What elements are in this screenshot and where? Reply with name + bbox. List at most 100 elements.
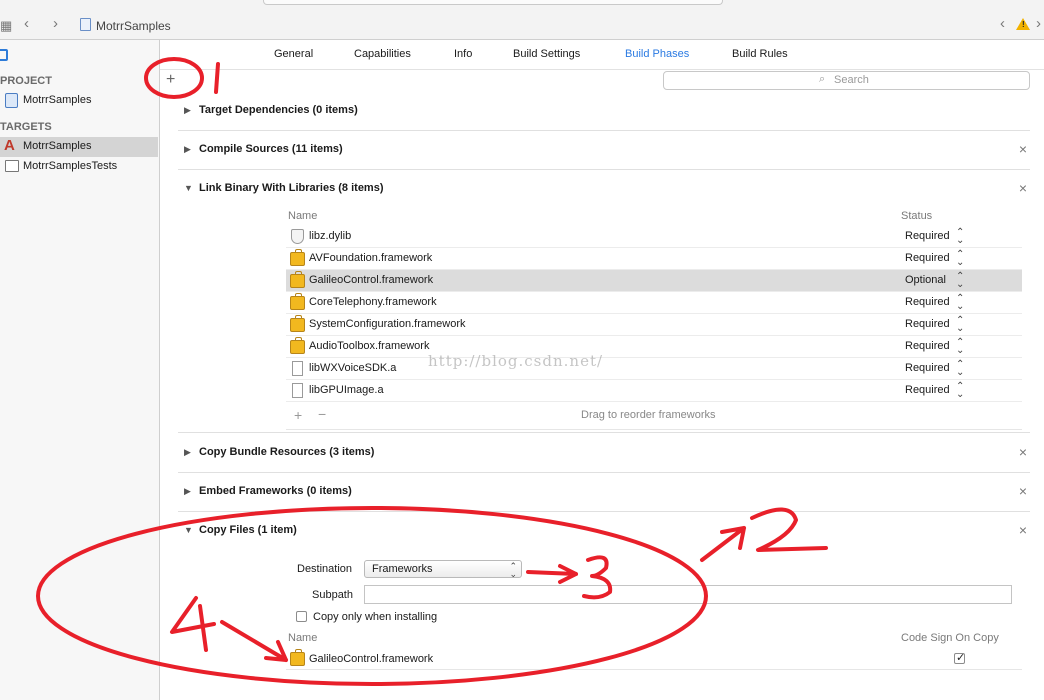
- file-icon: [292, 383, 303, 398]
- tab-build-phases[interactable]: Build Phases: [625, 48, 689, 60]
- disclosure-expanded-icon[interactable]: ▼: [184, 183, 193, 193]
- library-row[interactable]: libWXVoiceSDK.a Required ⌃ ⌄: [286, 358, 1022, 380]
- library-name: GalileoControl.framework: [309, 274, 434, 286]
- tab-info[interactable]: Info: [454, 48, 472, 60]
- framework-icon: [290, 271, 305, 288]
- destination-select[interactable]: Frameworks ⌃ ⌄: [364, 560, 522, 579]
- library-footer: + − Drag to reorder frameworks: [286, 402, 1022, 430]
- status-stepper-icon[interactable]: ⌃ ⌄: [956, 382, 964, 400]
- back-icon[interactable]: ‹: [24, 16, 29, 31]
- editor-toggle-icon[interactable]: [0, 49, 8, 61]
- sidebar-item-project[interactable]: MotrrSamples: [0, 91, 158, 111]
- search-field[interactable]: ⌕ Search: [663, 71, 1030, 90]
- sidebar-item-target-app[interactable]: A MotrrSamples: [0, 137, 158, 157]
- phase-title: Target Dependencies (0 items): [199, 104, 358, 116]
- disclosure-collapsed-icon[interactable]: ▶: [184, 486, 191, 497]
- library-row[interactable]: AVFoundation.framework Required ⌃ ⌄: [286, 248, 1022, 270]
- dylib-icon: [291, 229, 304, 244]
- warning-mark: !: [1022, 20, 1025, 29]
- add-build-phase-button[interactable]: +: [166, 72, 175, 88]
- phase-embed-frameworks[interactable]: ▶ Embed Frameworks (0 items) ×: [178, 473, 1030, 512]
- library-name: libGPUImage.a: [309, 384, 384, 396]
- library-row[interactable]: libz.dylib Required ⌃ ⌄: [286, 226, 1022, 248]
- disclosure-collapsed-icon[interactable]: ▶: [184, 144, 191, 155]
- phase-copy-bundle-resources[interactable]: ▶ Copy Bundle Resources (3 items) ×: [178, 434, 1030, 473]
- disclosure-collapsed-icon[interactable]: ▶: [184, 105, 191, 116]
- tab-build-rules[interactable]: Build Rules: [732, 48, 788, 60]
- sidebar-item-label: MotrrSamples: [23, 94, 92, 106]
- library-status[interactable]: Required: [905, 252, 950, 264]
- disclosure-collapsed-icon[interactable]: ▶: [184, 447, 191, 458]
- library-row[interactable]: CoreTelephony.framework Required ⌃ ⌄: [286, 292, 1022, 314]
- copy-file-row[interactable]: GalileoControl.framework: [286, 648, 1022, 670]
- window-toolbar: ▦ ‹ › MotrrSamples ‹ ! ›: [0, 0, 1044, 40]
- framework-icon: [290, 315, 305, 332]
- status-stepper-icon[interactable]: ⌃ ⌄: [956, 294, 964, 312]
- library-status[interactable]: Required: [905, 384, 950, 396]
- project-icon: [5, 93, 18, 108]
- sidebar-item-label: MotrrSamplesTests: [23, 160, 118, 172]
- breadcrumb[interactable]: MotrrSamples: [96, 19, 171, 33]
- remove-library-button[interactable]: −: [318, 406, 326, 422]
- library-status[interactable]: Required: [905, 296, 950, 308]
- grid-icon[interactable]: ▦: [0, 19, 12, 32]
- library-row[interactable]: AudioToolbox.framework Required ⌃ ⌄: [286, 336, 1022, 358]
- status-stepper-icon[interactable]: ⌃ ⌄: [956, 338, 964, 356]
- framework-icon: [290, 649, 305, 666]
- phase-title: Compile Sources (11 items): [199, 143, 343, 155]
- file-icon: [292, 361, 303, 376]
- close-icon[interactable]: ×: [1019, 141, 1027, 157]
- phase-copy-files[interactable]: ▼ Copy Files (1 item) ×: [178, 512, 1030, 700]
- project-navigator: PROJECT MotrrSamples TARGETS A MotrrSamp…: [0, 40, 160, 700]
- subpath-label: Subpath: [312, 589, 353, 601]
- activity-strip: [263, 0, 723, 5]
- column-header-name[interactable]: Name: [288, 632, 317, 644]
- tab-capabilities[interactable]: Capabilities: [354, 48, 411, 60]
- watermark: http://blog.csdn.net/: [428, 352, 604, 370]
- disclosure-expanded-icon[interactable]: ▼: [184, 525, 193, 535]
- subpath-field[interactable]: [364, 585, 1012, 604]
- status-stepper-icon[interactable]: ⌃ ⌄: [956, 360, 964, 378]
- library-status[interactable]: Required: [905, 230, 950, 242]
- issue-back-icon[interactable]: ‹: [1000, 16, 1005, 31]
- library-status[interactable]: Required: [905, 362, 950, 374]
- library-row[interactable]: GalileoControl.framework Optional ⌃ ⌄: [286, 270, 1022, 292]
- tab-general[interactable]: General: [274, 48, 313, 60]
- sidebar-item-label: MotrrSamples: [23, 140, 92, 152]
- phase-compile-sources[interactable]: ▶ Compile Sources (11 items) ×: [178, 131, 1030, 170]
- close-icon[interactable]: ×: [1019, 522, 1027, 538]
- copy-only-checkbox[interactable]: [296, 611, 307, 622]
- close-icon[interactable]: ×: [1019, 180, 1027, 196]
- column-header-code-sign[interactable]: Code Sign On Copy: [901, 632, 999, 644]
- library-status[interactable]: Optional: [905, 274, 946, 286]
- column-header-status[interactable]: Status: [901, 210, 932, 222]
- add-library-button[interactable]: +: [294, 407, 302, 423]
- column-header-name[interactable]: Name: [288, 210, 317, 222]
- library-row[interactable]: SystemConfiguration.framework Required ⌃…: [286, 314, 1022, 336]
- close-icon[interactable]: ×: [1019, 444, 1027, 460]
- status-stepper-icon[interactable]: ⌃ ⌄: [956, 272, 964, 290]
- library-row[interactable]: libGPUImage.a Required ⌃ ⌄: [286, 380, 1022, 402]
- drag-hint: Drag to reorder frameworks: [581, 409, 716, 421]
- status-stepper-icon[interactable]: ⌃ ⌄: [956, 228, 964, 246]
- targets-header: TARGETS: [0, 121, 52, 133]
- status-stepper-icon[interactable]: ⌃ ⌄: [956, 316, 964, 334]
- issue-forward-icon[interactable]: ›: [1036, 16, 1041, 31]
- search-icon: ⌕: [819, 73, 826, 85]
- framework-icon: [290, 293, 305, 310]
- sidebar-item-target-tests[interactable]: MotrrSamplesTests: [0, 157, 158, 177]
- library-name: AVFoundation.framework: [309, 252, 433, 264]
- copy-file-name: GalileoControl.framework: [309, 653, 434, 665]
- status-stepper-icon[interactable]: ⌃ ⌄: [956, 250, 964, 268]
- search-placeholder: Search: [834, 74, 869, 86]
- close-icon[interactable]: ×: [1019, 483, 1027, 499]
- forward-icon[interactable]: ›: [53, 16, 58, 31]
- framework-icon: [290, 337, 305, 354]
- tab-build-settings[interactable]: Build Settings: [513, 48, 580, 60]
- library-status[interactable]: Required: [905, 318, 950, 330]
- code-sign-checkbox[interactable]: [954, 651, 965, 664]
- library-name: SystemConfiguration.framework: [309, 318, 466, 330]
- library-status[interactable]: Required: [905, 340, 950, 352]
- destination-label: Destination: [297, 563, 353, 575]
- phase-target-dependencies[interactable]: ▶ Target Dependencies (0 items): [178, 92, 1030, 131]
